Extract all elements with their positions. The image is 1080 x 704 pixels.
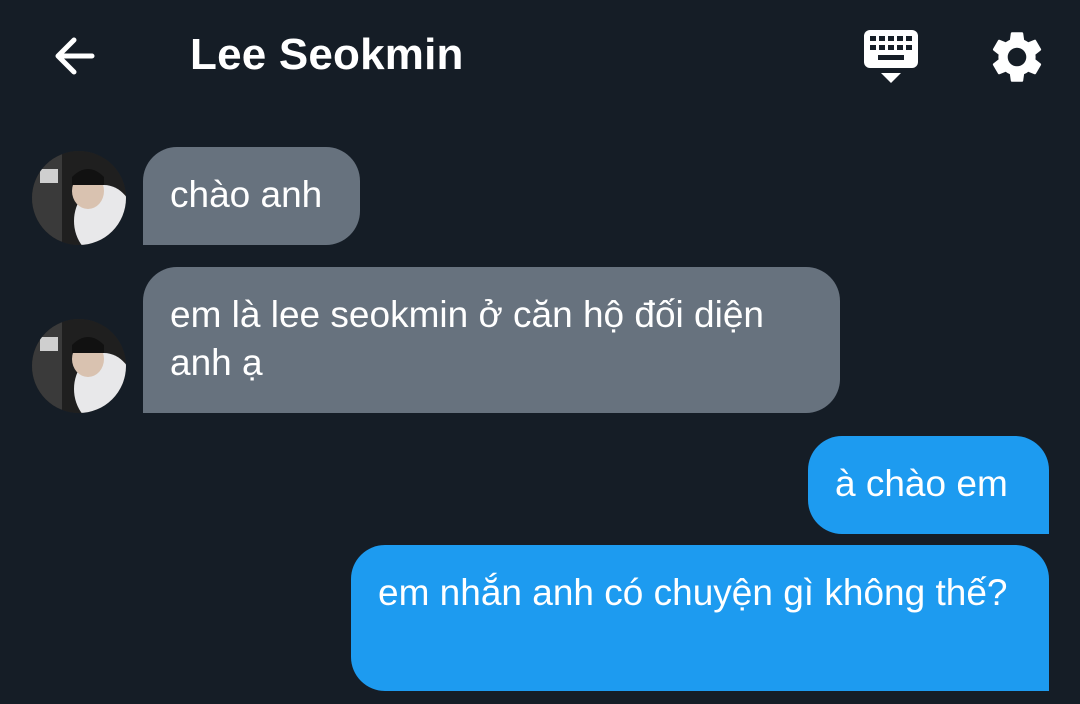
contact-avatar[interactable] xyxy=(32,151,126,245)
keyboard-hide-icon xyxy=(864,30,918,83)
arrow-left-icon xyxy=(55,37,95,75)
message-text: à chào em xyxy=(835,463,1008,504)
message-text: em là lee seokmin ở căn hộ đối diện anh … xyxy=(170,294,764,383)
message-text: chào anh xyxy=(170,174,323,215)
gear-icon xyxy=(992,32,1042,82)
chat-header: Lee Seokmin xyxy=(0,0,1080,110)
message-bubble-outgoing[interactable]: em nhắn anh có chuyện gì không thế? xyxy=(351,545,1049,691)
keyboard-toggle-button[interactable] xyxy=(858,26,924,86)
avatar-photo xyxy=(32,319,126,413)
message-bubble-incoming[interactable]: em là lee seokmin ở căn hộ đối diện anh … xyxy=(143,267,840,413)
contact-avatar[interactable] xyxy=(32,319,126,413)
message-bubble-incoming[interactable]: chào anh xyxy=(143,147,360,245)
chat-title: Lee Seokmin xyxy=(190,30,464,79)
message-bubble-outgoing[interactable]: à chào em xyxy=(808,436,1049,534)
chat-screen: Lee Seokmin chào anh em là lee seokmin ở… xyxy=(0,0,1080,704)
settings-button[interactable] xyxy=(986,26,1048,88)
avatar-photo xyxy=(32,151,126,245)
back-button[interactable] xyxy=(44,26,104,86)
message-text: em nhắn anh có chuyện gì không thế? xyxy=(378,572,1008,613)
